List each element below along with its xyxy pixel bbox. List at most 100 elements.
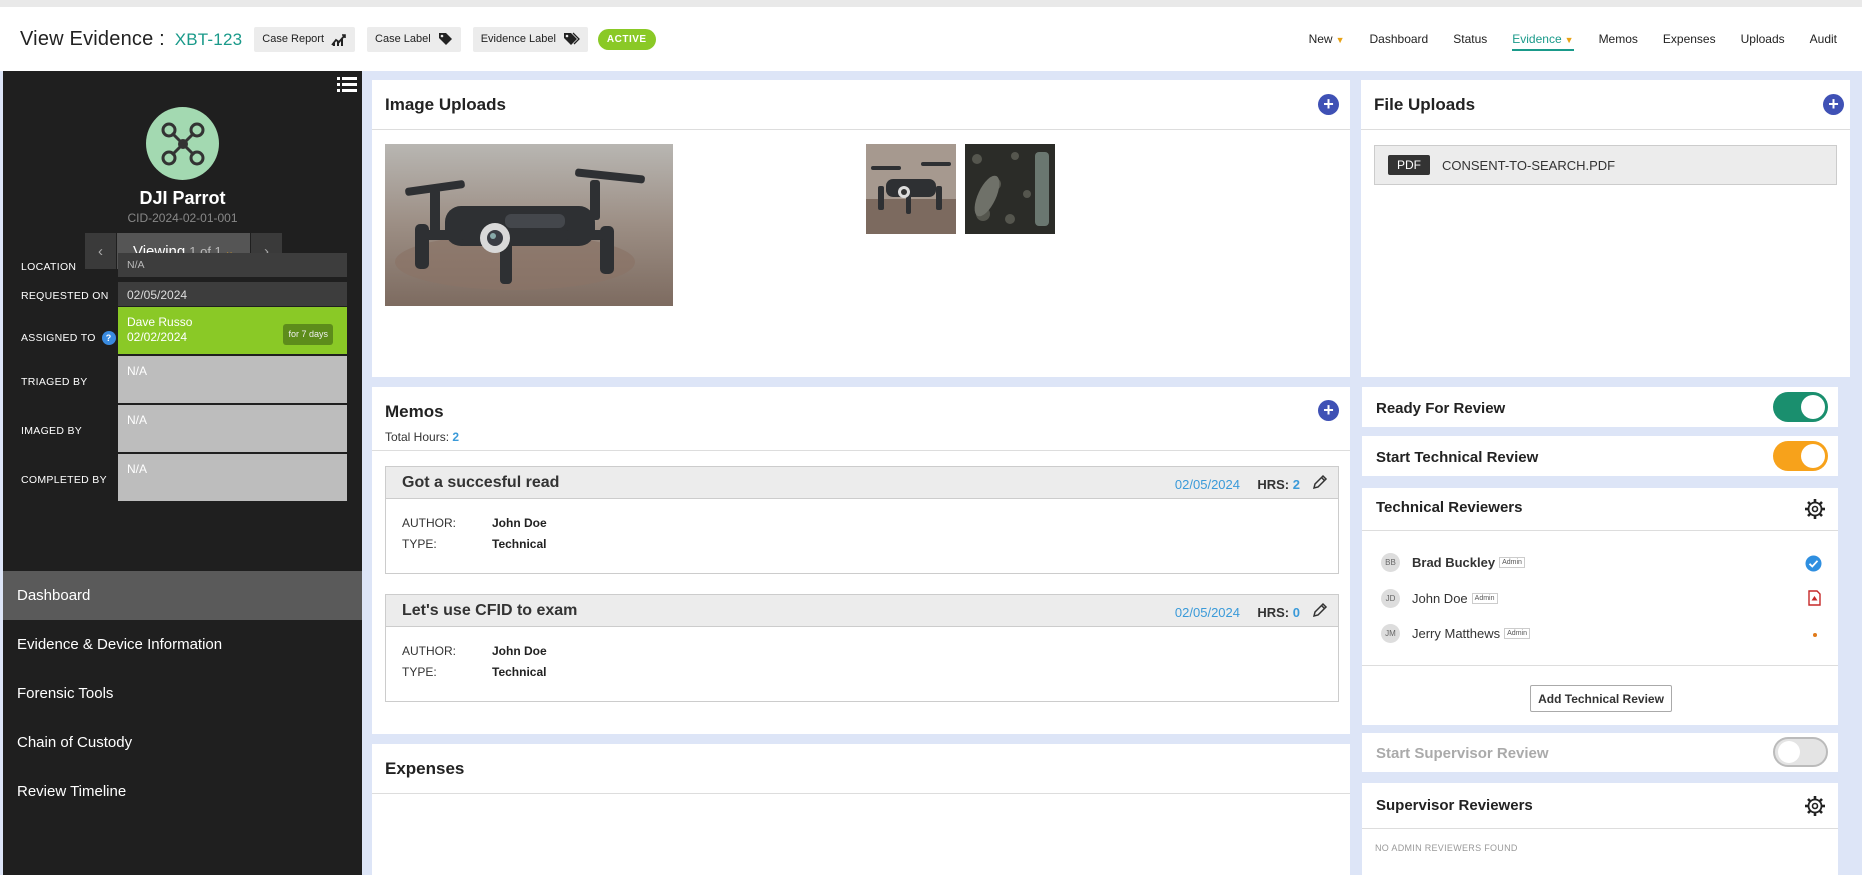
memo-hours-label: HRS: [1257, 477, 1290, 492]
toggle-knob [1778, 741, 1800, 763]
avatar: BB [1381, 552, 1400, 572]
memo-date: 02/05/2024 [1174, 605, 1240, 620]
start-supervisor-review-toggle[interactable] [1773, 737, 1828, 767]
location-value: N/A [118, 253, 347, 277]
nav-uploads[interactable]: Uploads [1741, 27, 1785, 51]
total-hours: Total Hours: 2 [385, 430, 459, 444]
file-item[interactable]: PDF CONSENT-TO-SEARCH.PDF [1374, 145, 1837, 185]
memo-type: Technical [492, 665, 547, 679]
start-technical-review-label: Start Technical Review [1376, 449, 1539, 466]
imaged-value: N/A [118, 405, 347, 452]
reviewer-name: Jerry Matthews [1412, 625, 1501, 641]
reviewer-role-badge: Admin [1471, 592, 1498, 604]
pencil-icon[interactable] [1312, 473, 1328, 491]
sidebar-item-review-timeline[interactable]: Review Timeline [3, 767, 362, 816]
sidebar-item-forensic-tools[interactable]: Forensic Tools [3, 669, 362, 718]
sidebar-item-chain-of-custody[interactable]: Chain of Custody [3, 718, 362, 767]
technical-reviewers-panel: Technical Reviewers BB Brad Buckley Admi… [1362, 488, 1838, 725]
nav-memos[interactable]: Memos [1599, 27, 1638, 51]
device-avatar [146, 107, 219, 180]
chevron-down-icon: ▼ [1335, 35, 1345, 45]
memos-panel: Memos + Total Hours: 2 Got a succesful r… [372, 387, 1350, 734]
start-technical-review-toggle[interactable] [1773, 441, 1828, 471]
check-circle-icon [1805, 555, 1822, 572]
divider [372, 129, 1350, 130]
case-report-button[interactable]: Case Report [254, 26, 356, 52]
memo-type: Technical [492, 537, 547, 551]
reviewer-role-badge: Admin [1499, 556, 1525, 568]
sidebar-item-evidence-device-info[interactable]: Evidence & Device Information [3, 620, 362, 669]
case-label-button[interactable]: Case Label [367, 26, 461, 52]
divider [1362, 828, 1838, 829]
nav-expenses[interactable]: Expenses [1663, 27, 1716, 51]
divider [372, 793, 1350, 794]
list-menu-icon[interactable] [337, 76, 357, 99]
reviewer-item: BB Brad Buckley Admin [1381, 552, 1525, 572]
memo-hours-value: 2 [1292, 477, 1300, 492]
memo-type-label: TYPE: [402, 665, 437, 679]
avatar: JM [1381, 623, 1400, 643]
nav-evidence[interactable]: Evidence ▼ [1512, 27, 1574, 51]
sidebar: DJI Parrot CID-2024-02-01-001 ‹ Viewing … [3, 71, 362, 875]
triaged-label: TRIAGED BY [21, 376, 88, 388]
memo-author: John Doe [492, 516, 547, 530]
help-icon[interactable]: ? [101, 331, 116, 345]
nav-dashboard[interactable]: Dashboard [1370, 27, 1429, 51]
prev-button[interactable]: ‹ [85, 233, 116, 269]
nav-audit[interactable]: Audit [1810, 27, 1837, 51]
top-strip [0, 0, 1862, 7]
requested-value: 02/05/2024 [118, 282, 347, 306]
page-title: View Evidence : XBT-123 [20, 28, 242, 51]
assigned-value: Dave Russo 02/02/2024 for 7 days [118, 307, 347, 354]
reviewer-item: JM Jerry Matthews Admin [1381, 623, 1530, 643]
divider [1361, 129, 1850, 130]
file-uploads-title: File Uploads [1374, 95, 1476, 114]
add-image-button[interactable]: + [1318, 94, 1339, 115]
nav-new-label: New [1308, 32, 1333, 46]
expenses-title: Expenses [385, 759, 465, 778]
avatar: JD [1381, 588, 1400, 608]
divider [1362, 665, 1838, 666]
assigned-duration-badge: for 7 days [283, 324, 333, 345]
chart-icon [331, 34, 346, 46]
no-reviewers-message: NO ADMIN REVIEWERS FOUND [1375, 843, 1518, 853]
start-technical-review-row: Start Technical Review [1362, 436, 1838, 476]
add-file-button[interactable]: + [1823, 94, 1844, 115]
pencil-icon[interactable] [1312, 601, 1328, 619]
total-hours-label: Total Hours: [385, 430, 450, 444]
memo-hours: HRS: 2 [1257, 477, 1300, 492]
evidence-label-button[interactable]: Evidence Label [472, 26, 588, 52]
memo-hours-value: 0 [1292, 605, 1300, 620]
gear-icon[interactable] [1804, 498, 1826, 520]
evidence-label-label: Evidence Label [480, 33, 556, 45]
memo-hours: HRS: 0 [1257, 605, 1300, 620]
add-memo-button[interactable]: + [1318, 400, 1339, 421]
sidebar-item-dashboard[interactable]: Dashboard [3, 571, 362, 620]
memo-author-label: AUTHOR: [402, 516, 456, 530]
nav-new[interactable]: New ▼ [1309, 27, 1345, 51]
image-uploads-panel: Image Uploads + [372, 80, 1350, 377]
chevron-down-icon: ▼ [1564, 35, 1574, 45]
supervisor-reviewers-title: Supervisor Reviewers [1376, 797, 1533, 814]
debris-thumbnail[interactable] [965, 144, 1055, 234]
ready-for-review-toggle[interactable] [1773, 392, 1828, 422]
page-title-prefix: View Evidence : [20, 27, 165, 50]
drone-thumbnail[interactable] [866, 144, 956, 234]
gear-icon[interactable] [1804, 795, 1826, 817]
device-cid: CID-2024-02-01-001 [127, 211, 238, 225]
status-badge: ACTIVE [597, 28, 656, 50]
memo-header: Got a succesful read 02/05/2024 HRS: 2 [386, 467, 1338, 499]
pdf-file-icon[interactable] [1808, 590, 1821, 606]
memo-title: Let's use CFID to exam [402, 602, 578, 619]
add-technical-review-button[interactable]: Add Technical Review [1530, 685, 1672, 712]
drone-photo-main[interactable] [385, 144, 673, 306]
nav-evidence-label: Evidence [1512, 32, 1562, 46]
file-name: CONSENT-TO-SEARCH.PDF [1442, 157, 1616, 173]
reviewer-role-badge: Admin [1504, 627, 1530, 639]
image-uploads-title: Image Uploads [385, 95, 506, 114]
expenses-panel: Expenses [372, 744, 1350, 875]
chevron-left-icon: ‹ [98, 242, 103, 260]
nav-status[interactable]: Status [1453, 27, 1487, 51]
start-supervisor-review-label: Start Supervisor Review [1376, 745, 1549, 762]
divider [372, 450, 1350, 451]
